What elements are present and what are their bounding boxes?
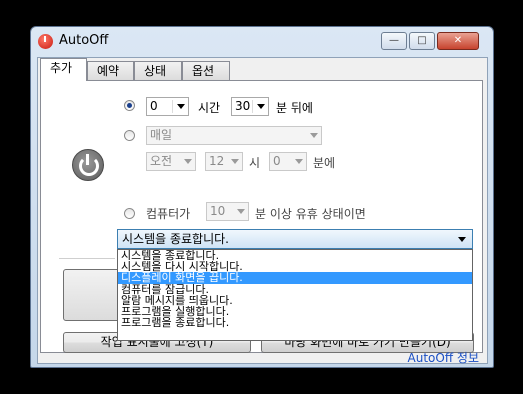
autooff-window: AutoOff — □ ✕ 추가 예약 상태 옵션 0 시간 30 분 뒤에 매… <box>30 26 494 368</box>
hour-select[interactable]: 12 <box>205 152 243 171</box>
idle-suffix-label: 분 이상 유휴 상태이면 <box>255 207 366 221</box>
idle-minutes-value: 10 <box>210 204 226 218</box>
action-option[interactable]: 시스템을 종료합니다. <box>118 250 472 261</box>
tab-reservation[interactable]: 예약 <box>87 61 134 80</box>
add-tab-panel: 0 시간 30 분 뒤에 매일 오전 12 시 0 분에 컴퓨터가 10 분 이… <box>40 80 483 353</box>
minutes-after-label: 분 뒤에 <box>276 101 313 115</box>
action-select[interactable]: 시스템을 종료합니다. <box>117 229 473 249</box>
idle-radio[interactable] <box>124 208 135 219</box>
window-title: AutoOff <box>59 33 109 48</box>
power-app-icon <box>38 34 53 49</box>
divider <box>172 100 173 113</box>
chevron-down-icon <box>310 133 318 138</box>
action-option-highlighted[interactable]: 디스플레이 화면을 끕니다. <box>118 272 472 284</box>
divider <box>59 258 115 259</box>
idle-prefix-label: 컴퓨터가 <box>146 207 191 221</box>
tab-add[interactable]: 추가 <box>40 58 87 81</box>
hour-value: 12 <box>209 154 225 168</box>
chevron-down-icon <box>237 209 245 214</box>
about-link[interactable]: AutoOff 정보 <box>408 349 479 366</box>
title-bar[interactable]: AutoOff — □ ✕ <box>31 27 493 57</box>
maximize-button[interactable]: □ <box>409 32 435 50</box>
repeat-value: 매일 <box>150 128 173 142</box>
action-dropdown-list: 시스템을 종료합니다. 시스템을 다시 시작합니다. 디스플레이 화면을 끕니다… <box>117 249 473 341</box>
minute-label: 분에 <box>313 156 336 170</box>
action-value: 시스템을 종료합니다. <box>122 232 229 246</box>
hours-value: 0 <box>150 99 158 113</box>
add-button[interactable] <box>63 269 121 321</box>
hour-label: 시 <box>249 156 261 170</box>
idle-minutes-select[interactable]: 10 <box>206 202 249 221</box>
chevron-down-icon <box>231 159 239 164</box>
hours-label: 시간 <box>198 101 221 115</box>
close-button[interactable]: ✕ <box>437 32 479 50</box>
chevron-down-icon <box>257 104 265 109</box>
action-option[interactable]: 프로그램을 종료합니다. <box>118 317 472 328</box>
tab-status[interactable]: 상태 <box>134 61 182 80</box>
minute-value: 0 <box>273 154 281 168</box>
power-icon <box>72 149 104 181</box>
ampm-value: 오전 <box>150 154 173 168</box>
chevron-down-icon <box>184 159 192 164</box>
action-option[interactable]: 컴퓨터를 잠급니다. <box>118 284 472 295</box>
tab-options[interactable]: 옵션 <box>182 61 230 80</box>
chevron-down-icon <box>295 159 303 164</box>
screen: { "window": { "title": "AutoOff", "contr… <box>0 0 523 394</box>
chevron-down-icon <box>458 237 466 242</box>
minutes-value: 30 <box>235 99 251 113</box>
ampm-select[interactable]: 오전 <box>146 152 196 171</box>
minimize-button[interactable]: — <box>381 32 407 50</box>
minute-select[interactable]: 0 <box>269 152 307 171</box>
action-option[interactable]: 프로그램을 실행합니다. <box>118 306 472 317</box>
repeat-select[interactable]: 매일 <box>146 126 322 145</box>
client-area: 추가 예약 상태 옵션 0 시간 30 분 뒤에 매일 오전 12 시 0 분에… <box>37 57 488 366</box>
chevron-down-icon <box>177 104 185 109</box>
timer-radio[interactable] <box>124 100 135 111</box>
hours-select[interactable]: 0 <box>146 97 189 116</box>
action-option[interactable]: 시스템을 다시 시작합니다. <box>118 261 472 272</box>
schedule-radio[interactable] <box>124 130 135 141</box>
divider <box>252 100 253 113</box>
minutes-select[interactable]: 30 <box>231 97 269 116</box>
action-option[interactable]: 알람 메시지를 띄웁니다. <box>118 295 472 306</box>
